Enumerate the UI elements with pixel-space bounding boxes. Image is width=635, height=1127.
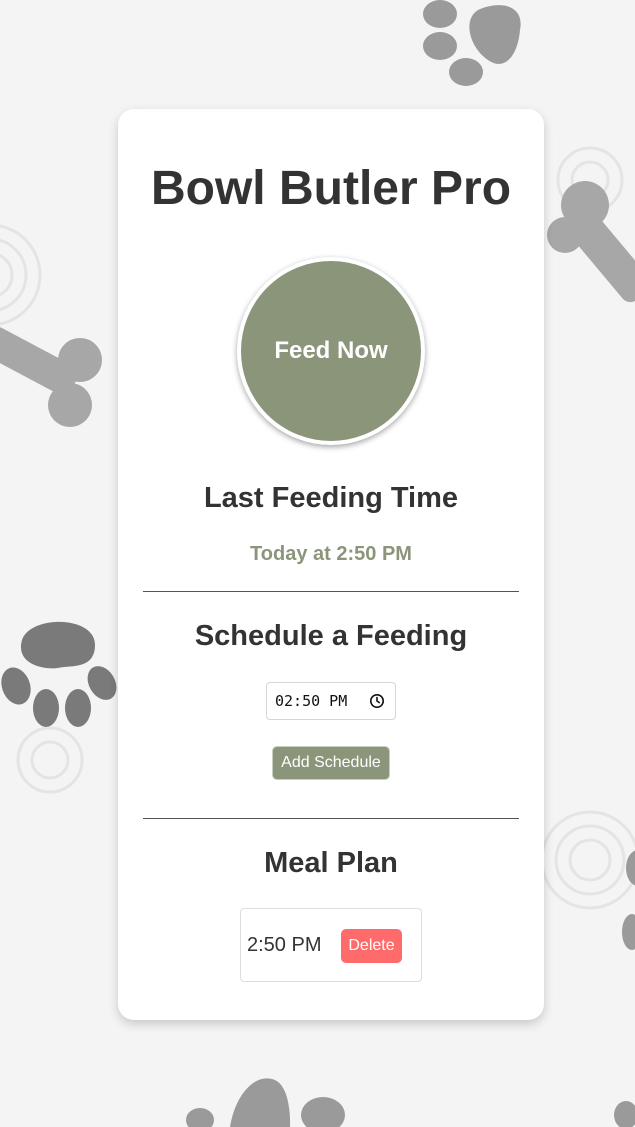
feed-now-button[interactable]: Feed Now — [237, 257, 425, 445]
dog-bone-icon — [547, 181, 635, 303]
last-feeding-heading: Last Feeding Time — [203, 482, 459, 514]
add-schedule-button[interactable]: Add Schedule — [272, 746, 390, 780]
section-divider — [143, 591, 519, 592]
meal-plan-item: 2:50 PM Delete — [240, 908, 422, 982]
delete-meal-button[interactable]: Delete — [341, 929, 402, 963]
clock-icon[interactable] — [369, 693, 385, 709]
paw-print-icon — [1, 621, 117, 727]
feeder-card: Bowl Butler Pro Feed Now Last Feeding Ti… — [118, 109, 544, 1020]
feeding-time-value: 02:50 PM — [275, 692, 348, 710]
last-feeding-value: Today at 2:50 PM — [250, 543, 412, 565]
schedule-heading: Schedule a Feeding — [194, 620, 468, 652]
paw-print-icon — [186, 1078, 635, 1127]
section-divider — [143, 818, 519, 819]
meal-time: 2:50 PM — [247, 934, 322, 956]
meal-plan-heading: Meal Plan — [264, 847, 398, 879]
paw-print-icon — [423, 0, 521, 86]
dog-bone-icon — [0, 326, 102, 427]
feeding-time-input[interactable]: 02:50 PM — [266, 682, 396, 720]
app-title: Bowl Butler Pro — [150, 162, 512, 215]
